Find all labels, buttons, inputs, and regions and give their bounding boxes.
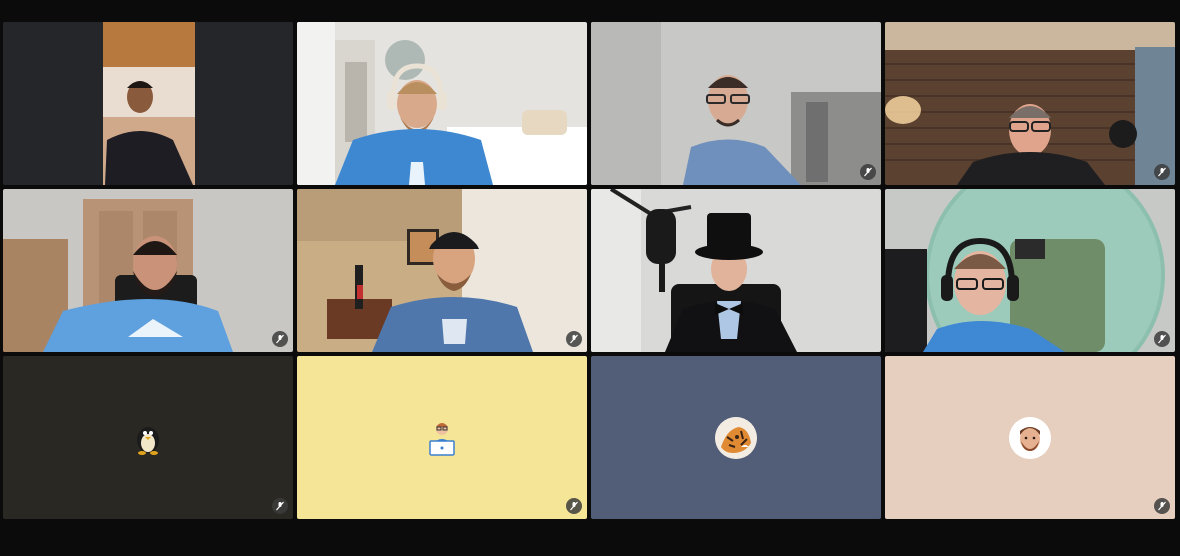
muted-mic-icon <box>860 164 876 180</box>
muted-mic-icon <box>1154 498 1170 514</box>
participant-video-2 <box>297 22 587 185</box>
participant-grid <box>3 22 1177 522</box>
muted-mic-icon <box>1154 331 1170 347</box>
participant-tile-10[interactable] <box>297 356 587 519</box>
participant-video-6 <box>297 189 587 352</box>
participant-tile-9[interactable] <box>3 356 293 519</box>
participant-video-8 <box>885 189 1175 352</box>
memoji-man-icon <box>1009 416 1051 459</box>
participant-tile-1[interactable] <box>3 22 293 185</box>
participant-tile-11[interactable] <box>591 356 881 519</box>
muted-mic-icon <box>566 331 582 347</box>
muted-mic-icon <box>272 331 288 347</box>
participant-tile-3[interactable] <box>591 22 881 185</box>
muted-mic-icon <box>272 498 288 514</box>
participant-video-1 <box>3 22 293 185</box>
participant-tile-5[interactable] <box>3 189 293 352</box>
participant-video-5 <box>3 189 293 352</box>
penguin-icon <box>127 417 169 459</box>
participant-video-7 <box>591 189 881 352</box>
participant-tile-12[interactable] <box>885 356 1175 519</box>
participant-video-4 <box>885 22 1175 185</box>
participant-tile-8[interactable] <box>885 189 1175 352</box>
participant-tile-6[interactable] <box>297 189 587 352</box>
muted-mic-icon <box>1154 164 1170 180</box>
participant-tile-2[interactable] <box>297 22 587 185</box>
muted-mic-icon <box>566 498 582 514</box>
participant-tile-7[interactable] <box>591 189 881 352</box>
participant-video-3 <box>591 22 881 185</box>
laptop-person-icon <box>421 417 463 459</box>
participant-tile-4[interactable] <box>885 22 1175 185</box>
tiger-icon <box>715 416 757 459</box>
